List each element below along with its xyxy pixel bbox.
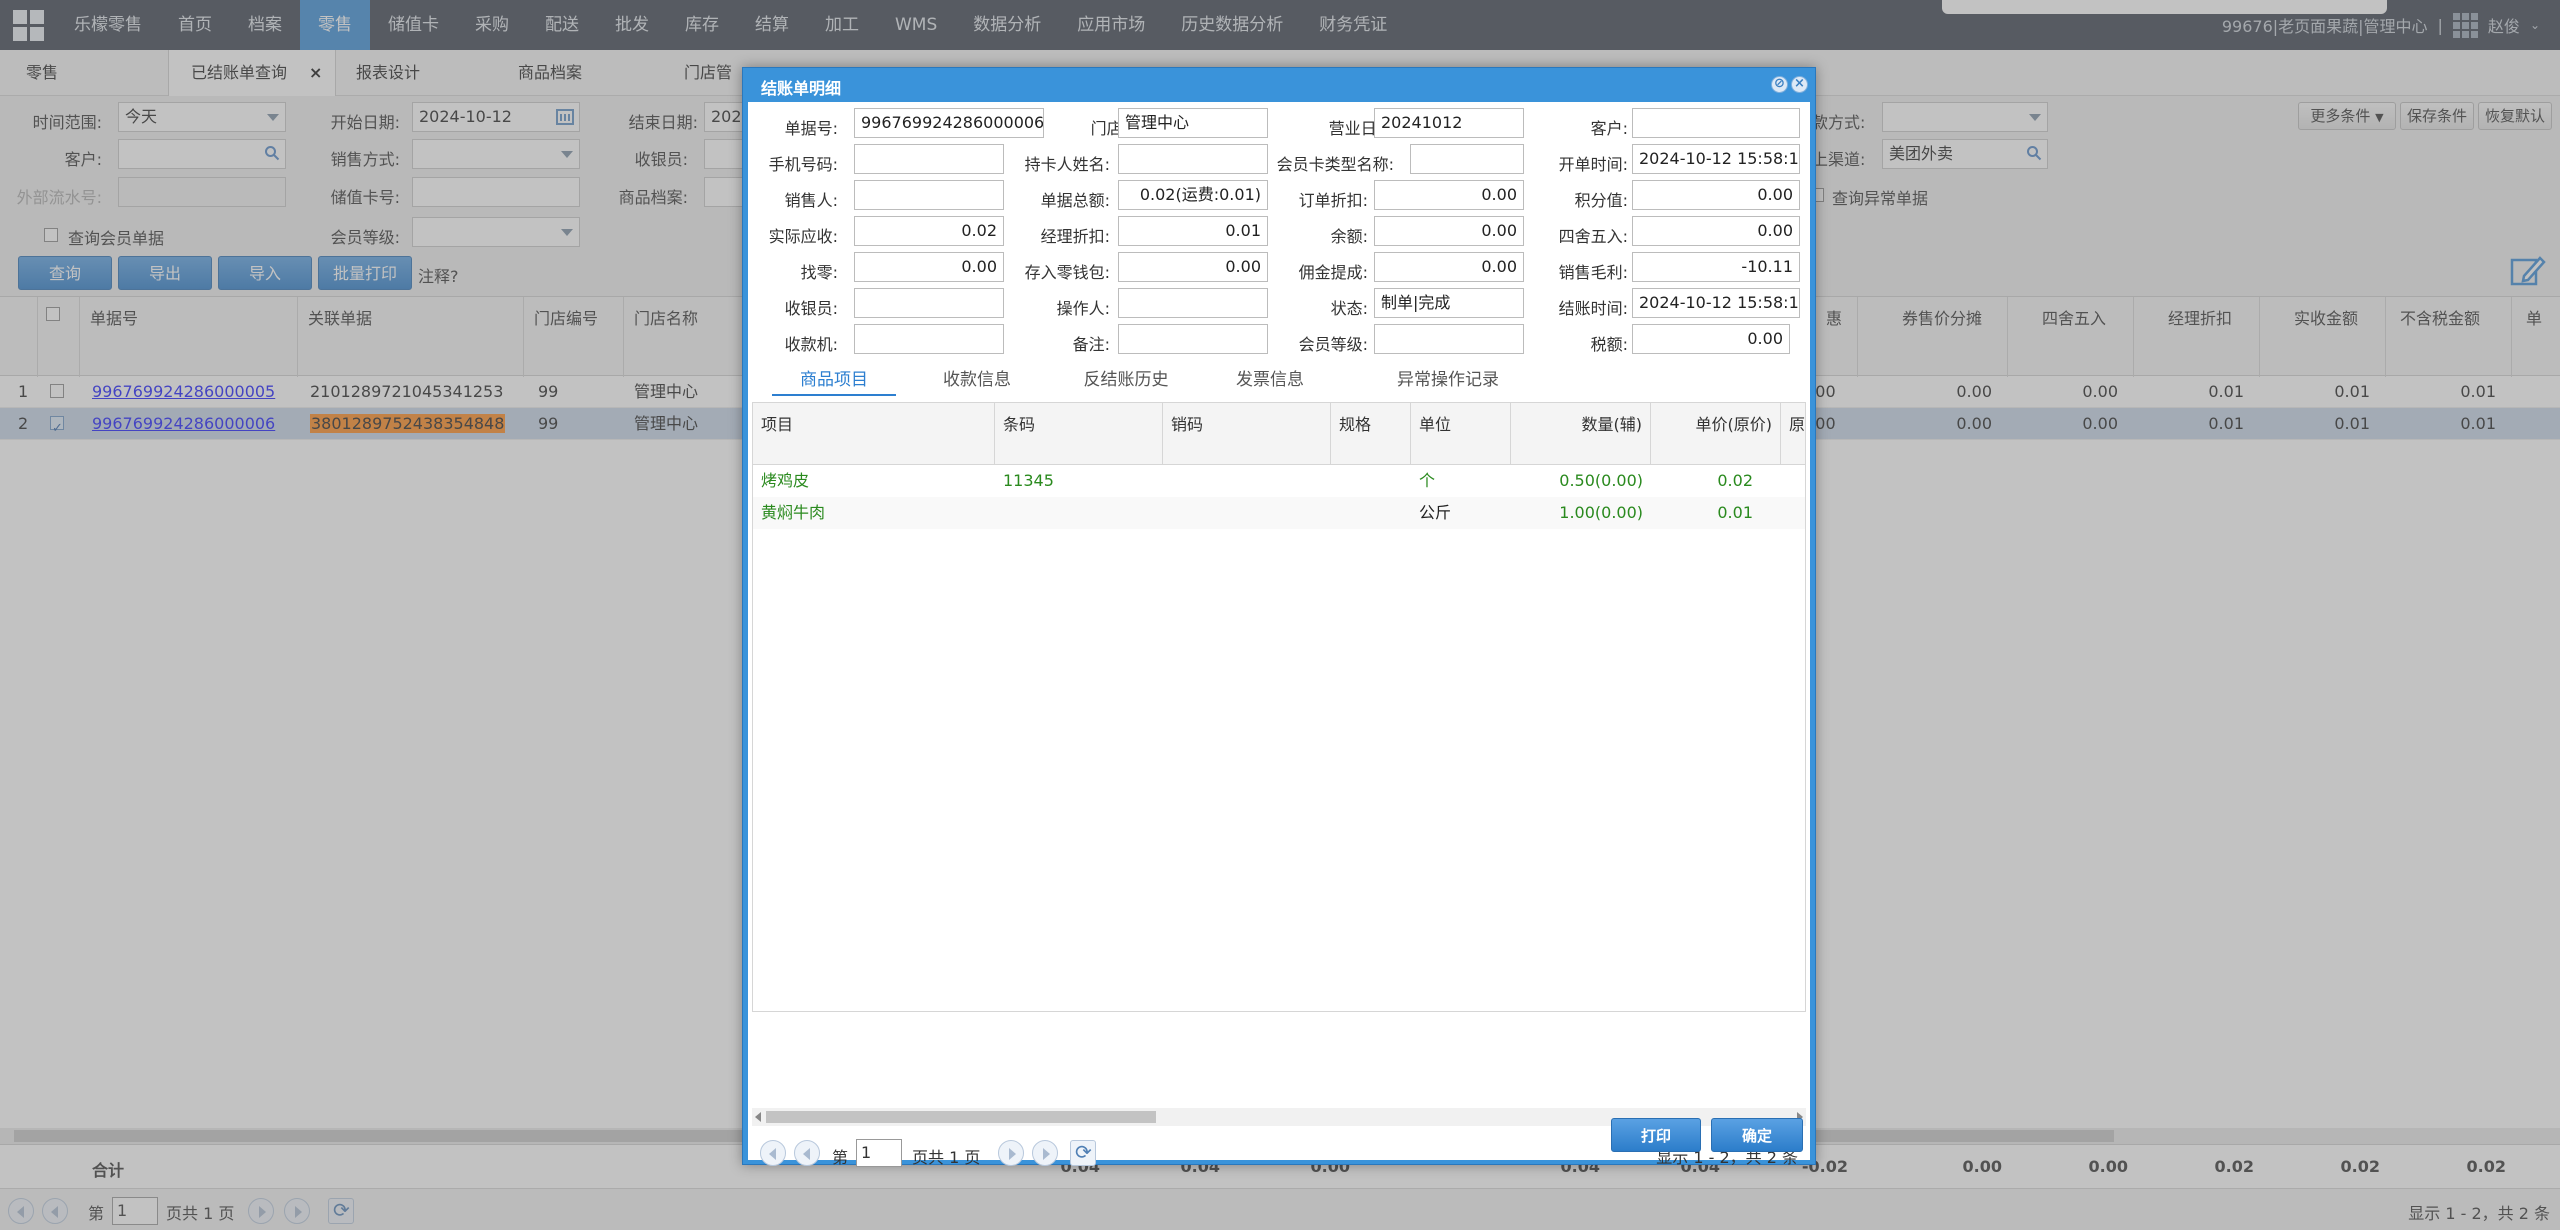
table-row[interactable]: 黄焖牛肉 公斤 1.00(0.00) 0.01: [753, 497, 1805, 529]
minimize-icon[interactable]: ⊘: [1771, 76, 1788, 93]
scroll-left-icon[interactable]: [755, 1112, 761, 1122]
holder-field[interactable]: [1118, 144, 1268, 174]
phone-field[interactable]: [854, 144, 1004, 174]
total-field[interactable]: 0.02(运费:0.01): [1118, 180, 1268, 210]
due-field[interactable]: 0.02: [854, 216, 1004, 246]
seller-field[interactable]: [854, 180, 1004, 210]
col-spec[interactable]: 规格: [1331, 403, 1411, 465]
col-original[interactable]: 原: [1781, 403, 1805, 465]
open-time-field[interactable]: 2024-10-12 15:58:18: [1632, 144, 1800, 174]
confirm-button[interactable]: 确定: [1711, 1118, 1803, 1152]
operator-field[interactable]: [1118, 288, 1268, 318]
balance-field[interactable]: 0.00: [1374, 216, 1524, 246]
doc-no-field[interactable]: 996769924286000006: [854, 108, 1044, 138]
commission-field[interactable]: 0.00: [1374, 252, 1524, 282]
tab-payment-info[interactable]: 收款信息: [922, 364, 1032, 396]
print-button[interactable]: 打印: [1611, 1118, 1701, 1152]
gross-profit-field[interactable]: -10.11: [1632, 252, 1800, 282]
tab-invoice-info[interactable]: 发票信息: [1210, 364, 1330, 396]
biz-day-field[interactable]: 20241012: [1374, 108, 1524, 138]
change-field[interactable]: 0.00: [854, 252, 1004, 282]
col-unit[interactable]: 单位: [1411, 403, 1511, 465]
status-field[interactable]: 制单|完成: [1374, 288, 1524, 318]
wallet-field[interactable]: 0.00: [1118, 252, 1268, 282]
items-table: 项目 条码 销码 规格 单位 数量(辅) 单价(原价) 原 烤鸡皮 11345 …: [752, 402, 1806, 1012]
pos-field[interactable]: [854, 324, 1004, 354]
col-item[interactable]: 项目: [753, 403, 995, 465]
first-page-icon[interactable]: [760, 1140, 786, 1166]
prev-page-icon[interactable]: [794, 1140, 820, 1166]
manager-discount-field[interactable]: 0.01: [1118, 216, 1268, 246]
bill-detail-dialog: 结账单明细 ⊘ × 单据号: 996769924286000006 门店: 管理…: [742, 67, 1816, 1167]
card-type-field[interactable]: [1410, 144, 1524, 174]
store-field[interactable]: 管理中心: [1118, 108, 1268, 138]
table-row[interactable]: 烤鸡皮 11345 个 0.50(0.00) 0.02: [753, 465, 1805, 497]
col-barcode[interactable]: 条码: [995, 403, 1163, 465]
tab-reverse-history[interactable]: 反结账历史: [1058, 364, 1194, 396]
refresh-icon[interactable]: [1070, 1140, 1096, 1166]
member-level-field[interactable]: [1374, 324, 1524, 354]
tax-field[interactable]: 0.00: [1632, 324, 1790, 354]
tab-items[interactable]: 商品项目: [772, 364, 896, 396]
col-sale-code[interactable]: 销码: [1163, 403, 1331, 465]
remark-field[interactable]: [1118, 324, 1268, 354]
tab-abnormal-log[interactable]: 异常操作记录: [1370, 364, 1526, 396]
detail-tabs: 商品项目 收款信息 反结账历史 发票信息 异常操作记录: [748, 364, 1810, 398]
rounding-field[interactable]: 0.00: [1632, 216, 1800, 246]
customer-field[interactable]: [1632, 108, 1800, 138]
next-page-icon[interactable]: [998, 1140, 1024, 1166]
points-field[interactable]: 0.00: [1632, 180, 1800, 210]
order-discount-field[interactable]: 0.00: [1374, 180, 1524, 210]
col-price[interactable]: 单价(原价): [1651, 403, 1781, 465]
cashier-field[interactable]: [854, 288, 1004, 318]
dialog-title: 结账单明细: [761, 79, 842, 98]
page-number-input[interactable]: 1: [856, 1139, 902, 1167]
close-icon[interactable]: ×: [1791, 76, 1808, 93]
dialog-body: 单据号: 996769924286000006 门店: 管理中心 营业日: 20…: [748, 102, 1810, 1167]
close-time-field[interactable]: 2024-10-12 15:58:18: [1632, 288, 1800, 318]
last-page-icon[interactable]: [1032, 1140, 1058, 1166]
col-qty[interactable]: 数量(辅): [1511, 403, 1651, 465]
